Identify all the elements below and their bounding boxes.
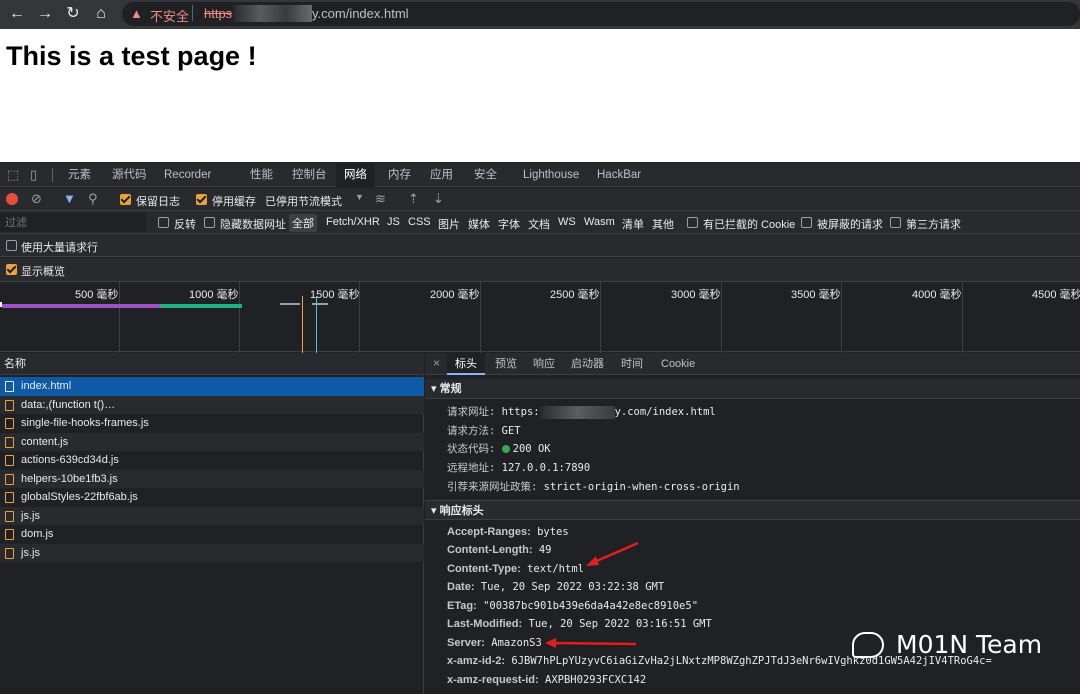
wechat-icon bbox=[852, 632, 884, 658]
arrow-server bbox=[545, 638, 637, 648]
arrow-content-type bbox=[586, 541, 639, 566]
watermark-text: M01N Team bbox=[896, 630, 1043, 659]
annotation-arrows bbox=[545, 541, 639, 648]
